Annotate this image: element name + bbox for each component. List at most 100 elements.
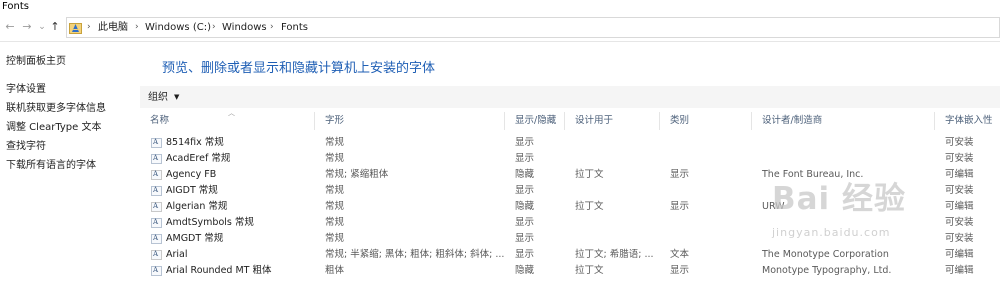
font-embeddability: 可编辑 — [945, 169, 974, 180]
font-designed-for: 拉丁文 — [575, 265, 604, 276]
font-category: 显示 — [670, 169, 690, 180]
adjust-cleartype-link[interactable]: 调整 ClearType 文本 — [6, 121, 101, 134]
fonts-folder-icon — [69, 23, 82, 34]
font-style: 常规 — [325, 185, 345, 196]
font-name: Arial — [166, 249, 188, 260]
font-designed-for: 拉丁文; 希腊语; ... — [575, 249, 654, 260]
table-row[interactable]: A Algerian 常规 常规 隐藏 拉丁文 显示 URW 可编辑 — [140, 199, 1000, 215]
font-style: 常规 — [325, 201, 345, 212]
font-designed-for — [565, 183, 660, 199]
recent-locations-chevron-icon[interactable]: ⌄ — [35, 19, 49, 35]
column-header-show-hide[interactable]: 显示/隐藏 — [505, 112, 565, 130]
breadcrumb-separator: › — [270, 22, 274, 32]
font-visibility: 显示 — [515, 137, 535, 148]
font-visibility: 隐藏 — [515, 169, 535, 180]
font-style: 常规 — [325, 217, 345, 228]
font-name: AmdtSymbols 常规 — [166, 217, 254, 228]
back-arrow-icon[interactable]: ← — [3, 19, 17, 35]
get-font-info-online-link[interactable]: 联机获取更多字体信息 — [6, 102, 106, 115]
breadcrumb-windows[interactable]: Windows — [222, 18, 267, 37]
column-header-embeddability[interactable]: 字体嵌入性 — [935, 112, 1000, 130]
font-visibility: 显示 — [515, 185, 535, 196]
navigation-bar: ← → ⌄ ↑ › 此电脑 › Windows (C:) › Windows ›… — [0, 14, 1000, 42]
font-visibility: 隐藏 — [515, 265, 535, 276]
font-embeddability: 可安装 — [945, 217, 974, 228]
table-row[interactable]: A Agency FB 常规; 紧缩粗体 隐藏 拉丁文 显示 The Font … — [140, 167, 1000, 183]
font-visibility: 显示 — [515, 217, 535, 228]
column-header-row: 名称 字形 显示/隐藏 设计用于 类别 设计者/制造商 字体嵌入性 — [140, 112, 1000, 130]
font-style: 常规; 紧缩粗体 — [325, 169, 389, 180]
font-designer — [752, 183, 935, 199]
command-bar: 组织 ▼ — [140, 86, 1000, 108]
address-bar[interactable]: › 此电脑 › Windows (C:) › Windows › Fonts — [66, 17, 1000, 38]
column-header-designer[interactable]: 设计者/制造商 — [752, 112, 935, 130]
font-category — [660, 231, 752, 247]
font-name: Agency FB — [166, 169, 217, 180]
table-row[interactable]: A Arial 常规; 半紧缩; 黑体; 粗体; 粗斜体; 斜体; ... 显示… — [140, 247, 1000, 263]
font-designed-for — [565, 135, 660, 151]
breadcrumb-separator: › — [212, 22, 216, 32]
font-designer — [752, 135, 935, 151]
title-bar: Fonts — [0, 0, 1000, 14]
font-visibility: 隐藏 — [515, 201, 535, 212]
font-style: 常规; 半紧缩; 黑体; 粗体; 粗斜体; 斜体; ... — [325, 249, 505, 260]
font-embeddability: 可编辑 — [945, 249, 974, 260]
font-designed-for: 拉丁文 — [575, 169, 604, 180]
table-row[interactable]: A Arial Rounded MT 粗体 粗体 隐藏 拉丁文 显示 Monot… — [140, 263, 1000, 279]
column-header-designed-for[interactable]: 设计用于 — [565, 112, 660, 130]
font-designed-for — [565, 231, 660, 247]
font-style: 粗体 — [325, 265, 345, 276]
dropdown-caret-icon: ▼ — [174, 93, 180, 101]
organize-menu-button[interactable]: 组织 ▼ — [148, 90, 179, 105]
font-designer — [752, 151, 935, 167]
column-header-name[interactable]: 名称 — [140, 112, 315, 130]
font-visibility: 显示 — [515, 153, 535, 164]
font-category — [660, 183, 752, 199]
font-style: 常规 — [325, 233, 345, 244]
font-category — [660, 215, 752, 231]
breadcrumb-this-pc[interactable]: 此电脑 — [98, 18, 128, 37]
column-header-style[interactable]: 字形 — [315, 112, 505, 130]
table-row[interactable]: A AMGDT 常规 常规 显示 可安装 — [140, 231, 1000, 247]
table-row[interactable]: A AcadEref 常规 常规 显示 可安装 — [140, 151, 1000, 167]
font-category — [660, 135, 752, 151]
font-category: 显示 — [670, 265, 690, 276]
breadcrumb-fonts[interactable]: Fonts — [281, 18, 308, 37]
find-character-link[interactable]: 查找字符 — [6, 140, 46, 153]
font-style: 常规 — [325, 153, 345, 164]
up-arrow-icon[interactable]: ↑ — [48, 19, 62, 35]
font-embeddability: 可安装 — [945, 185, 974, 196]
font-style: 常规 — [325, 137, 345, 148]
font-embeddability: 可安装 — [945, 233, 974, 244]
font-settings-link[interactable]: 字体设置 — [6, 83, 46, 96]
font-designed-for — [565, 151, 660, 167]
breadcrumb-separator: › — [87, 22, 91, 32]
page-heading: 预览、删除或者显示和隐藏计算机上安装的字体 — [162, 61, 436, 76]
font-name: AcadEref 常规 — [166, 153, 231, 164]
window-title: Fonts — [2, 1, 29, 12]
table-row[interactable]: A AmdtSymbols 常规 常规 显示 可安装 — [140, 215, 1000, 231]
organize-label: 组织 — [148, 92, 168, 103]
font-visibility: 显示 — [515, 233, 535, 244]
font-embeddability: 可编辑 — [945, 265, 974, 276]
download-all-language-fonts-link[interactable]: 下载所有语言的字体 — [6, 159, 96, 172]
font-designer — [752, 215, 935, 231]
font-category — [660, 151, 752, 167]
font-visibility: 显示 — [515, 249, 535, 260]
font-embeddability: 可安装 — [945, 137, 974, 148]
control-panel-home-link[interactable]: 控制面板主页 — [6, 55, 66, 68]
font-designed-for: 拉丁文 — [575, 201, 604, 212]
breadcrumb-windows-drive[interactable]: Windows (C:) — [145, 18, 211, 37]
font-designed-for — [565, 215, 660, 231]
font-designer: URW — [762, 201, 785, 212]
font-list: A 8514fix 常规 常规 显示 可安装 A AcadEref 常规 常规 … — [140, 135, 1000, 279]
font-name: Arial Rounded MT 粗体 — [166, 265, 272, 276]
column-header-category[interactable]: 类别 — [660, 112, 752, 130]
font-designer: The Font Bureau, Inc. — [762, 169, 864, 180]
table-row[interactable]: A AIGDT 常规 常规 显示 可安装 — [140, 183, 1000, 199]
forward-arrow-icon[interactable]: → — [20, 19, 34, 35]
table-row[interactable]: A 8514fix 常规 常规 显示 可安装 — [140, 135, 1000, 151]
font-name: Algerian 常规 — [166, 201, 228, 212]
font-category: 文本 — [670, 249, 690, 260]
font-name: 8514fix 常规 — [166, 137, 224, 148]
